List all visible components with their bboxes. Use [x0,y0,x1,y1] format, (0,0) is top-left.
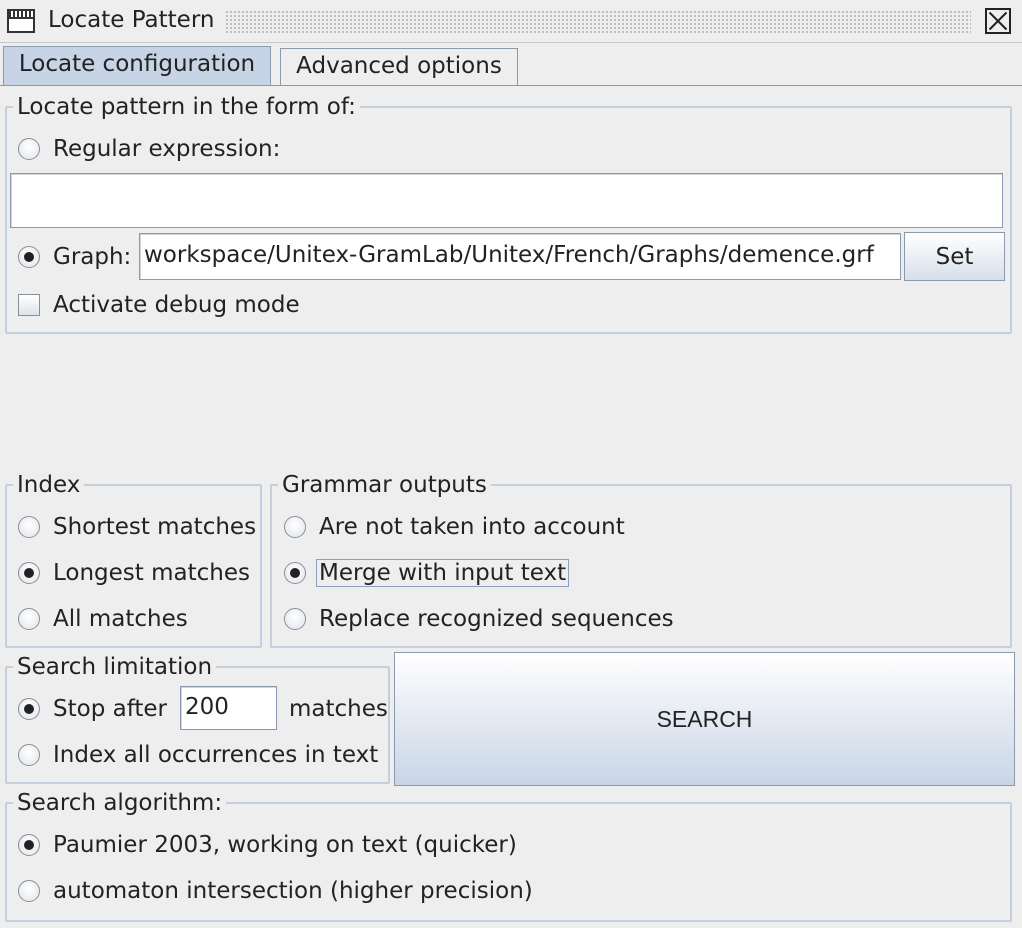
debug-checkbox[interactable] [18,294,40,316]
paumier-radio[interactable] [18,834,40,856]
automaton-radio[interactable] [18,880,40,902]
window-icon [7,9,35,33]
index-legend: Index [17,472,81,498]
longest-label: Longest matches [53,560,250,586]
regex-radio[interactable] [18,138,40,160]
all-matches-radio[interactable] [18,608,40,630]
index-option-longest[interactable]: Longest matches [18,558,250,588]
automaton-label: automaton intersection (higher precision… [53,878,533,904]
stop-after-label: Stop after [53,696,168,722]
set-button[interactable]: Set [904,232,1005,281]
matches-label: matches [289,696,388,722]
debug-option[interactable]: Activate debug mode [18,290,300,320]
title-bar-drag-area[interactable] [225,10,971,34]
regex-input[interactable] [10,173,1003,228]
paumier-label: Paumier 2003, working on text (quicker) [53,832,517,858]
stop-after-radio[interactable] [18,698,40,720]
regex-option[interactable]: Regular expression: [18,134,280,164]
output-option-replace[interactable]: Replace recognized sequences [284,604,674,634]
graph-radio[interactable] [18,246,40,268]
algorithm-option-automaton[interactable]: automaton intersection (higher precision… [18,876,533,906]
index-option-shortest[interactable]: Shortest matches [18,512,256,542]
algorithm-option-paumier[interactable]: Paumier 2003, working on text (quicker) [18,830,517,860]
matches-label-row: matches [289,694,388,724]
index-all-label: Index all occurrences in text [53,742,379,768]
stop-after-option[interactable]: Stop after [18,694,167,724]
index-all-radio[interactable] [18,744,40,766]
ignore-label: Are not taken into account [319,514,625,540]
index-option-all[interactable]: All matches [18,604,188,634]
longest-radio[interactable] [18,562,40,584]
shortest-label: Shortest matches [53,514,257,540]
replace-label: Replace recognized sequences [319,606,674,632]
search-button[interactable]: SEARCH [394,652,1015,786]
shortest-radio[interactable] [18,516,40,538]
debug-label: Activate debug mode [53,292,300,318]
ignore-radio[interactable] [284,516,306,538]
merge-radio[interactable] [284,562,306,584]
close-icon[interactable] [985,8,1011,34]
output-option-ignore[interactable]: Are not taken into account [284,512,625,542]
window-title: Locate Pattern [48,7,215,33]
graph-label: Graph: [53,244,132,270]
graph-option[interactable]: Graph: [18,242,131,272]
title-bar: Locate Pattern [0,0,1022,43]
stop-after-input[interactable]: 200 [180,686,277,730]
locate-pattern-legend: Locate pattern in the form of: [17,94,356,120]
output-option-merge[interactable]: Merge with input text [284,558,570,588]
replace-radio[interactable] [284,608,306,630]
tab-locate-configuration[interactable]: Locate configuration [3,46,271,86]
tab-advanced-options[interactable]: Advanced options [280,48,518,86]
search-limitation-legend: Search limitation [17,654,213,680]
tab-divider [0,85,1022,86]
index-all-option[interactable]: Index all occurrences in text [18,740,378,770]
grammar-outputs-legend: Grammar outputs [282,472,487,498]
graph-path-field[interactable]: workspace/Unitex-GramLab/Unitex/French/G… [139,233,901,280]
all-matches-label: All matches [53,606,188,632]
merge-label: Merge with input text [316,559,570,587]
regex-label: Regular expression: [53,136,281,162]
search-algorithm-legend: Search algorithm: [17,790,223,816]
